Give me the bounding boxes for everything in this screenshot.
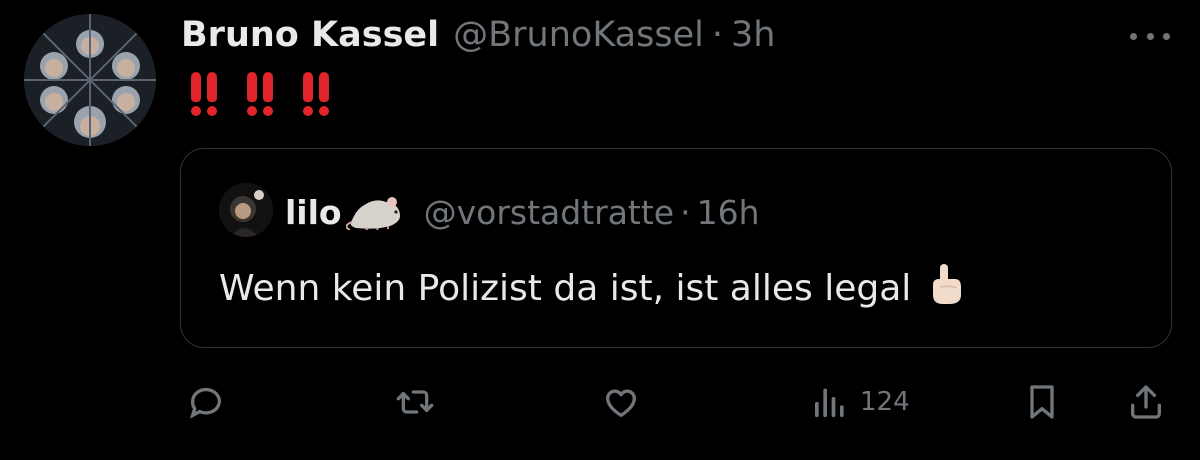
author-handle[interactable]: @BrunoKassel: [453, 15, 704, 55]
double-exclamation-emoji: [247, 72, 273, 116]
quote-author-name[interactable]: lilo: [285, 193, 342, 232]
quote-text-line: Wenn kein Polizist da ist, ist alles leg…: [219, 263, 963, 314]
quote-text: Wenn kein Polizist da ist, ist alles leg…: [219, 268, 912, 309]
quote-header: lilo @vorstadtratte · 16h: [285, 187, 760, 237]
reply-icon[interactable]: [186, 382, 226, 422]
separator-dot: ·: [711, 15, 723, 55]
heart-icon[interactable]: [600, 382, 642, 422]
share-icon[interactable]: [1126, 382, 1166, 422]
more-dots-icon[interactable]: [1130, 30, 1170, 42]
views-chart-icon: [815, 388, 844, 417]
quote-author-handle[interactable]: @vorstadtratte: [424, 193, 675, 232]
tweet-time[interactable]: 3h: [731, 15, 775, 55]
index-pointing-up-emoji: [929, 263, 963, 314]
tweet-body: [191, 72, 329, 116]
avatar-kaleidoscope-image: [24, 14, 156, 146]
views-button[interactable]: 124: [810, 382, 910, 422]
quote-separator-dot: ·: [680, 192, 691, 232]
quote-time[interactable]: 16h: [697, 193, 760, 232]
quote-avatar-image: [219, 183, 273, 237]
rat-emoji: [345, 190, 404, 234]
action-bar: 124: [0, 370, 1200, 434]
quote-avatar[interactable]: [219, 183, 273, 237]
views-count: 124: [860, 387, 910, 417]
bookmark-icon[interactable]: [1022, 382, 1062, 422]
avatar[interactable]: [24, 14, 156, 146]
double-exclamation-emoji: [303, 72, 329, 116]
double-exclamation-emoji: [191, 72, 217, 116]
retweet-icon[interactable]: [394, 382, 436, 422]
quoted-tweet[interactable]: lilo @vorstadtratte · 16h Wenn kein Poli…: [180, 148, 1172, 348]
author-name[interactable]: Bruno Kassel: [181, 15, 439, 55]
tweet-header: Bruno Kassel @BrunoKassel · 3h: [181, 12, 775, 58]
